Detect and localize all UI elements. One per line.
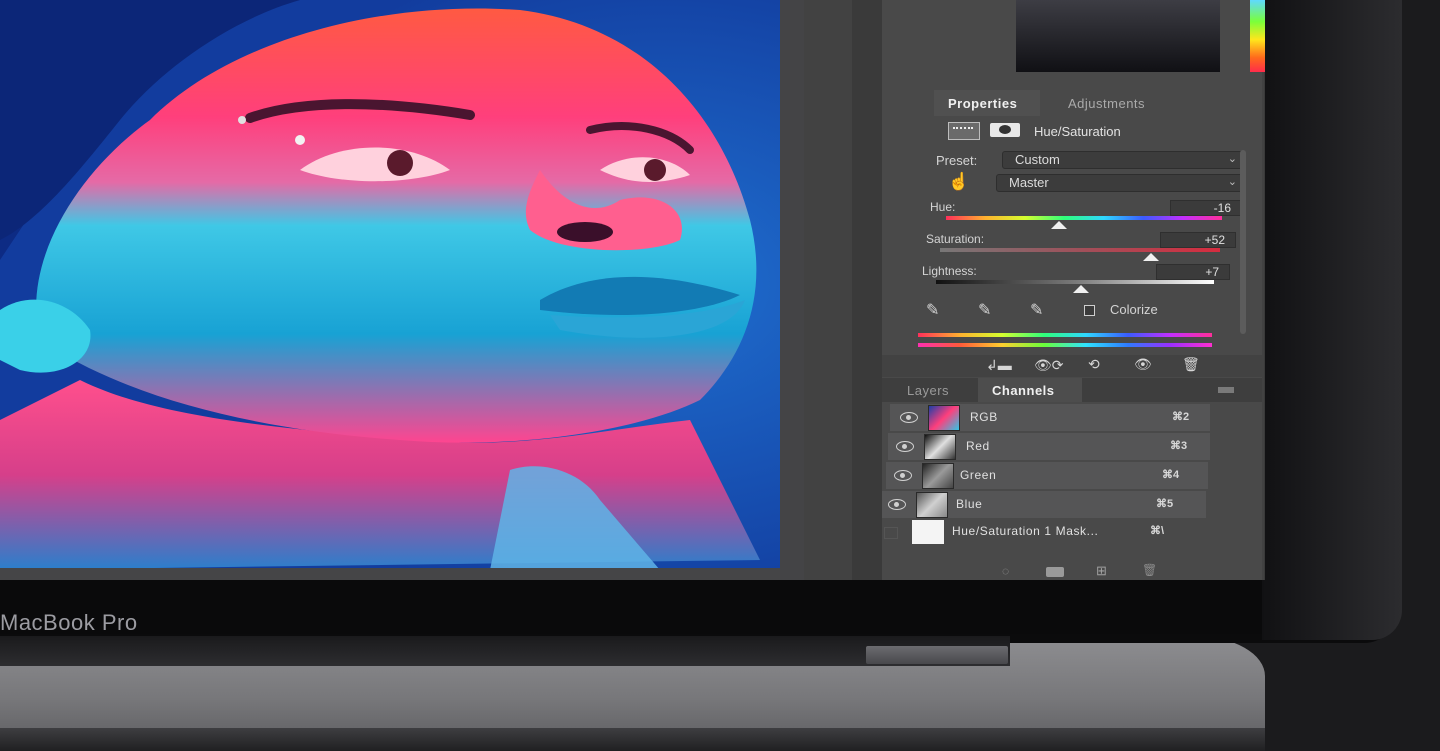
channel-select[interactable]: Master ⌄ [996,174,1246,192]
channel-value: Master [1009,175,1049,190]
eye-icon[interactable] [888,499,906,510]
saturation-value[interactable]: +52 [1160,232,1236,248]
eyedropper-minus-icon[interactable]: ✎ [1030,300,1043,320]
lightness-slider-thumb[interactable] [1073,285,1089,293]
hue-slider-thumb[interactable] [1051,221,1067,229]
tab-channels[interactable]: Channels [978,378,1082,402]
panel-toolbar-strip [852,0,882,580]
eyedropper-plus-icon[interactable]: ✎ [978,300,991,320]
saturation-track[interactable] [940,248,1220,252]
lightness-value[interactable]: +7 [1156,264,1230,280]
channel-row-red[interactable]: Red ⌘3 [888,433,1210,460]
device-label: MacBook Pro [0,610,138,635]
hue-track[interactable] [946,216,1222,220]
colorize-label: Colorize [1110,302,1158,317]
channel-row-green[interactable]: Green ⌘4 [886,462,1208,489]
laptop-lid-edge [1262,0,1402,640]
hue-strip[interactable] [1250,0,1265,72]
channel-name: Hue/Saturation 1 Mask... [952,524,1099,538]
tab-adjustments[interactable]: Adjustments [1068,96,1145,111]
eyedropper-icon[interactable]: ✎ [926,300,939,320]
color-field[interactable] [1016,0,1220,72]
screen: Properties Adjustments Hue/Saturation Pr… [0,0,1265,580]
view-previous-icon[interactable]: 👁⟳ [1034,357,1064,374]
load-selection-icon[interactable]: ◌ [1002,564,1009,578]
saturation-label: Saturation: [926,232,985,246]
visibility-box[interactable] [884,527,898,539]
photo-canvas [0,0,780,570]
reset-icon[interactable]: ⟲ [1088,356,1100,373]
mask-thumbnail [912,520,944,544]
channel-row-mask[interactable]: Hue/Saturation 1 Mask... ⌘\ [882,519,1202,545]
channel-thumbnail [928,405,960,431]
tab-properties[interactable]: Properties [934,90,1040,116]
screen-bezel [0,580,1262,634]
properties-scrollbar[interactable] [1240,150,1246,334]
clip-to-layer-icon[interactable]: ↲▬ [986,357,1012,374]
visibility-icon[interactable]: 👁 [1134,356,1152,373]
channel-thumbnail [916,492,948,518]
channels-menu-icon[interactable] [1218,387,1234,393]
channel-shortcut: ⌘5 [1156,498,1174,510]
portrait-image [0,0,780,570]
panel-main: Properties Adjustments Hue/Saturation Pr… [882,0,1265,580]
hinge-bar [866,646,1008,664]
trash-icon[interactable]: 🗑 [1182,356,1200,373]
mask-icon[interactable] [990,123,1020,137]
tab-layers[interactable]: Layers [907,383,949,398]
channel-row-rgb[interactable]: RGB ⌘2 [890,404,1210,431]
colorize-checkbox[interactable] [1084,305,1095,316]
eye-icon[interactable] [894,470,912,481]
delete-channel-icon[interactable]: 🗑 [1142,563,1157,577]
channel-shortcut: ⌘2 [1172,411,1190,423]
preset-label: Preset: [936,153,978,168]
panel-divider [780,0,804,580]
channel-name: Red [966,439,990,453]
channel-name: RGB [970,410,998,424]
channel-name: Blue [956,497,983,511]
input-color-bar [918,333,1212,337]
eye-icon[interactable] [900,412,918,423]
chevron-down-icon: ⌄ [1227,176,1237,188]
channel-name: Green [960,468,997,482]
chevron-down-icon: ⌄ [1227,153,1237,165]
save-selection-icon[interactable] [1046,567,1064,577]
channel-shortcut: ⌘\ [1150,525,1165,537]
targeted-adjustment-icon[interactable]: ☝ [948,172,969,192]
preset-value: Custom [1015,152,1060,167]
tab-channels-label: Channels [992,383,1055,398]
lightness-track[interactable] [936,280,1214,284]
new-channel-icon[interactable]: ⊞ [1096,563,1107,579]
canvas-frame [0,568,806,580]
channel-row-blue[interactable]: Blue ⌘5 [882,491,1206,518]
saturation-slider-thumb[interactable] [1143,253,1159,261]
output-color-bar [918,343,1212,347]
eye-icon[interactable] [896,441,914,452]
adjustment-name: Hue/Saturation [1034,124,1121,139]
hue-label: Hue: [930,200,956,214]
channel-thumbnail [924,434,956,460]
channel-shortcut: ⌘3 [1170,440,1188,452]
lightness-label: Lightness: [922,264,977,278]
channel-shortcut: ⌘4 [1162,469,1180,481]
adjustment-layer-icon [948,122,980,140]
properties-footer [882,355,1262,377]
tab-properties-label: Properties [948,96,1018,111]
preset-select[interactable]: Custom ⌄ [1002,151,1246,169]
channel-thumbnail [922,463,954,489]
laptop-base-edge [0,728,1265,751]
laptop-hinge [0,636,1010,666]
hue-value[interactable]: -16 [1170,200,1242,216]
